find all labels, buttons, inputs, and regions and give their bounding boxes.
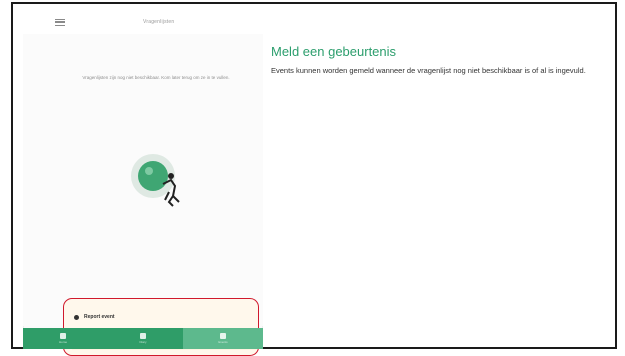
nav-item-label: Diary	[139, 340, 147, 344]
illustration-icon	[131, 154, 180, 207]
events-icon	[220, 333, 226, 339]
report-event-label: Report event	[84, 314, 115, 320]
nav-item-home[interactable]: Home	[23, 328, 103, 349]
app-header: Vragenlijsten	[23, 12, 263, 35]
empty-state-text: Vragenlijsten zijn nog niet beschikbaar.…	[82, 75, 230, 80]
nav-item-diary[interactable]: Diary	[103, 328, 183, 349]
report-event-header: Report event	[74, 314, 115, 320]
bottom-navigation: Home Diary Events	[23, 328, 263, 349]
page-description: Events kunnen worden gemeld wanneer de v…	[271, 66, 586, 75]
nav-item-events[interactable]: Events	[183, 328, 263, 349]
hamburger-menu-icon[interactable]	[55, 19, 65, 26]
nav-item-label: Events	[218, 340, 228, 344]
phone-mockup: Vragenlijsten Vragenlijsten zijn nog nie…	[23, 12, 263, 356]
event-dot-icon	[74, 314, 79, 320]
app-header-title: Vragenlijsten	[143, 19, 175, 25]
slide-frame: Vragenlijsten Vragenlijsten zijn nog nie…	[11, 2, 617, 356]
page-title: Meld een gebeurtenis	[271, 44, 397, 59]
home-icon	[60, 333, 66, 339]
app-content: Vragenlijsten zijn nog niet beschikbaar.…	[23, 34, 263, 356]
nav-item-label: Home	[58, 340, 67, 344]
diary-icon	[140, 333, 146, 339]
